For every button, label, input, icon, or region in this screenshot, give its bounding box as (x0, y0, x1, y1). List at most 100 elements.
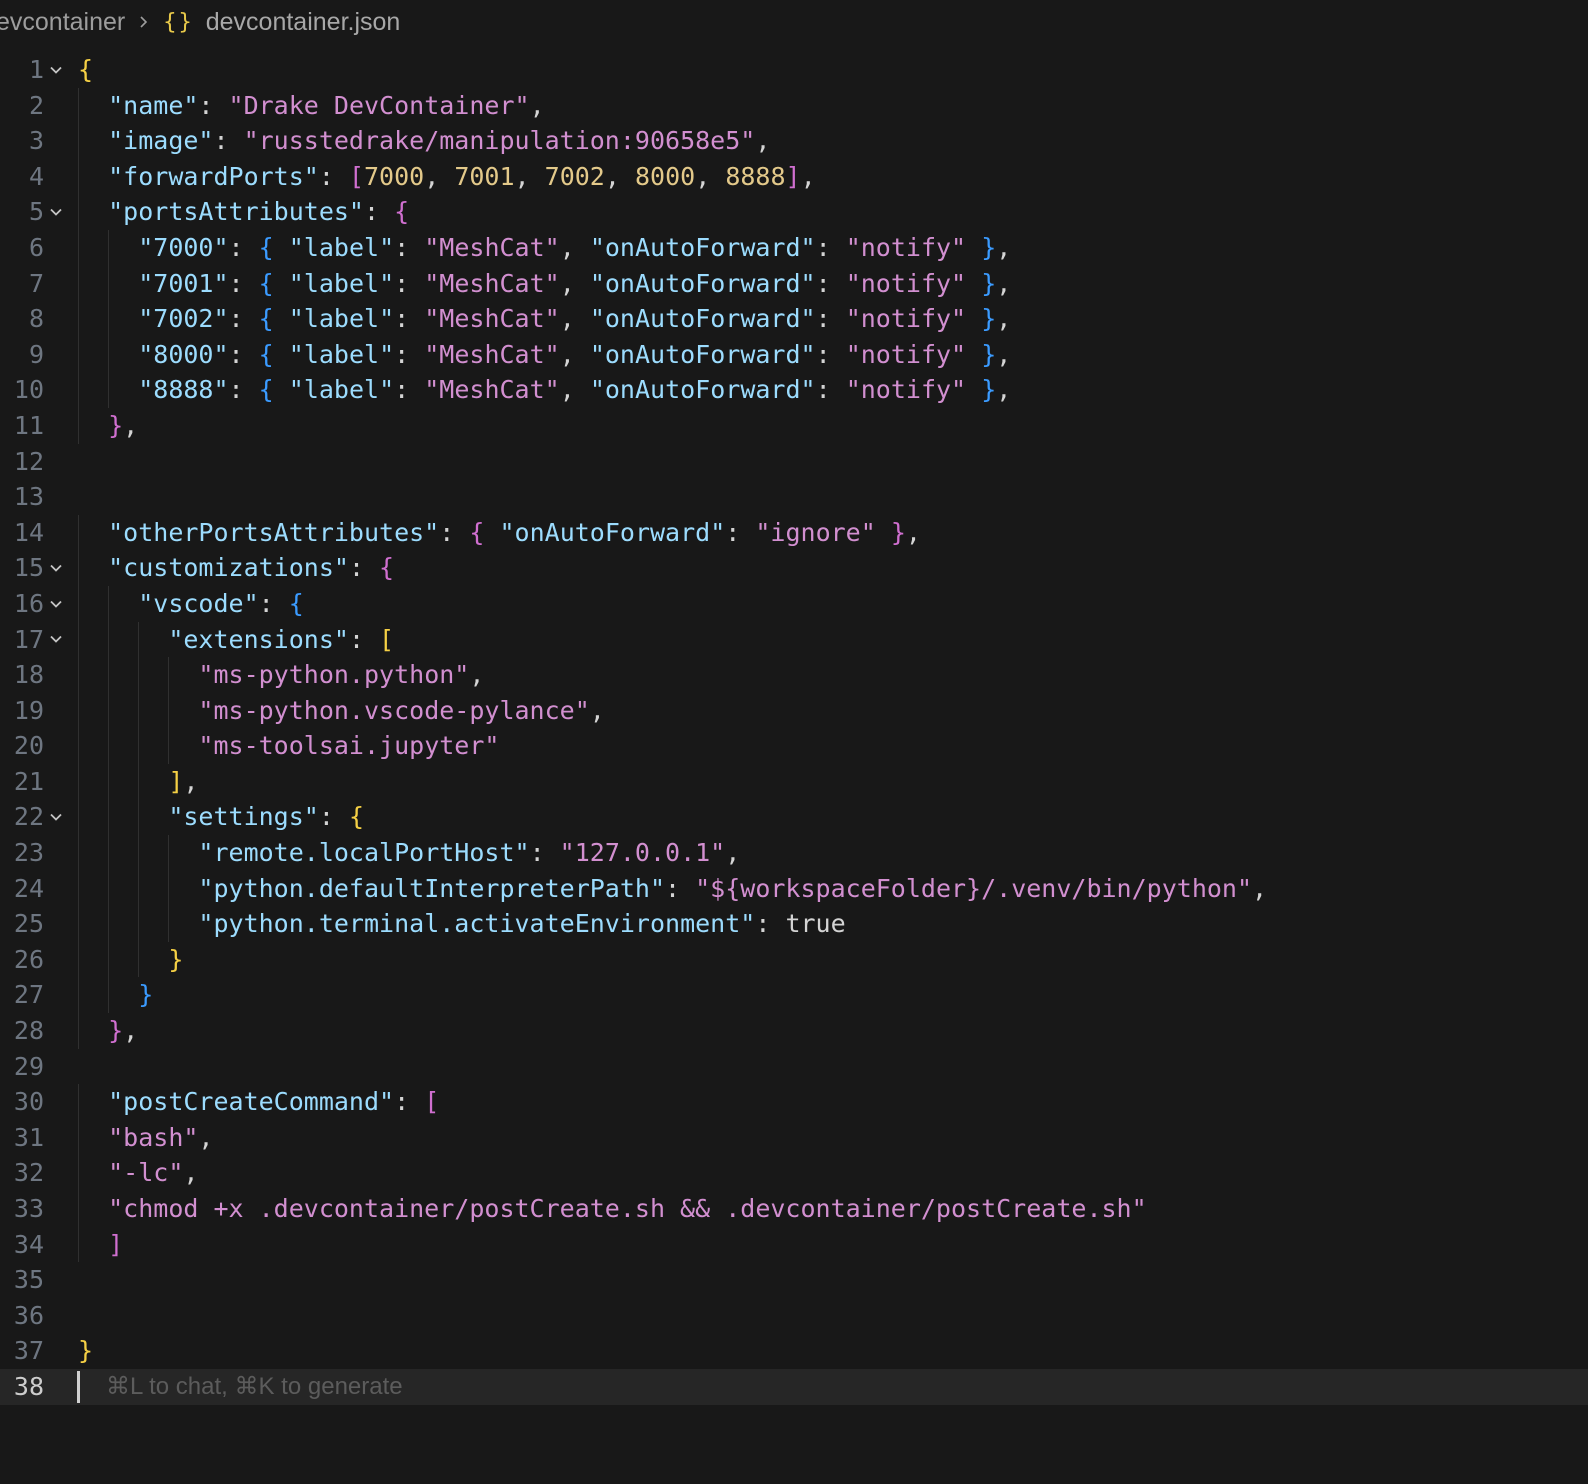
code-line[interactable]: 15 "customizations": { (0, 550, 1588, 586)
code-line[interactable]: 33 "chmod +x .devcontainer/postCreate.sh… (0, 1191, 1588, 1227)
token: : (665, 873, 696, 903)
code-text: "vscode": { (78, 586, 304, 622)
code-line[interactable]: 11 }, (0, 407, 1588, 444)
code-line[interactable]: 12 (0, 444, 1588, 480)
code-text: "ms-toolsai.jupyter" (78, 728, 499, 764)
token: "chmod +x .devcontainer/postCreate.sh &&… (108, 1194, 1147, 1223)
code-line[interactable]: 14 "otherPortsAttributes": { "onAutoForw… (0, 514, 1588, 551)
code-line[interactable]: 23 "remote.localPortHost": "127.0.0.1", (0, 835, 1588, 871)
token: "image" (108, 126, 214, 156)
fold-chevron-down-icon[interactable] (44, 622, 68, 658)
token: : (815, 375, 846, 405)
code-line[interactable]: 29 (0, 1049, 1588, 1085)
code-text: ], (78, 764, 198, 800)
fold-chevron-down-icon[interactable] (44, 52, 68, 88)
code-editor[interactable]: 1{2 "name": "Drake DevContainer", 3 "imag… (0, 52, 1588, 1405)
code-line[interactable]: 25 "python.terminal.activateEnvironment"… (0, 906, 1588, 942)
token: : (529, 838, 560, 868)
code-line[interactable]: 9 "8000": { "label": "MeshCat", "onAutoF… (0, 336, 1588, 373)
line-number: 20 (13, 731, 44, 761)
code-line[interactable]: 6 "7000": { "label": "MeshCat", "onAutoF… (0, 229, 1588, 266)
token: : (394, 1087, 425, 1117)
code-line[interactable]: 37} (0, 1333, 1588, 1369)
fold-chevron-down-icon[interactable] (44, 550, 68, 586)
line-number: 23 (13, 838, 44, 868)
code-line[interactable]: 3 "image": "russtedrake/manipulation:906… (0, 123, 1588, 159)
code-text: "image": "russtedrake/manipulation:90658… (78, 123, 770, 159)
token: 7000 (364, 161, 425, 191)
code-line[interactable]: 28 }, (0, 1013, 1588, 1049)
token: , (996, 375, 1012, 405)
line-number: 27 (13, 980, 44, 1010)
token: : (348, 553, 380, 583)
token: true (785, 909, 846, 939)
token: "name" (108, 90, 199, 120)
code-line[interactable]: 16 "vscode": { (0, 585, 1588, 622)
line-number: 26 (13, 944, 44, 974)
fold-chevron-down-icon[interactable] (44, 586, 68, 622)
token: "8888" (138, 375, 229, 405)
token: : (815, 268, 846, 298)
token: { (258, 375, 274, 405)
token: "label" (288, 232, 395, 262)
code-line[interactable]: 26 } (0, 941, 1588, 978)
code-text: "-lc", (78, 1155, 198, 1191)
line-number: 9 (28, 339, 44, 369)
code-line[interactable]: 17 "extensions": [ (0, 621, 1588, 658)
token: "7002" (138, 304, 229, 334)
code-line[interactable]: 13 (0, 479, 1588, 515)
token: , (996, 339, 1012, 369)
token: } (981, 268, 997, 298)
code-line[interactable]: 22 "settings": { (0, 799, 1588, 836)
code-line[interactable]: 35 (0, 1262, 1588, 1298)
ai-hint-placeholder: ⌘L to chat, ⌘K to generate (106, 1372, 403, 1400)
code-line[interactable]: 5 "portsAttributes": { (0, 194, 1588, 230)
breadcrumb-file[interactable]: devcontainer.json (206, 8, 401, 37)
fold-chevron-down-icon[interactable] (44, 799, 68, 835)
code-line[interactable]: 19 "ms-python.vscode-pylance", (0, 692, 1588, 729)
code-line[interactable]: 31 "bash", (0, 1119, 1588, 1156)
token: "ms-python.python" (198, 660, 470, 690)
code-line[interactable]: 18 "ms-python.python", (0, 657, 1588, 693)
code-line[interactable]: 32 "-lc", (0, 1155, 1588, 1191)
token: "label" (288, 339, 395, 369)
code-line[interactable]: 21 ], (0, 763, 1588, 800)
line-number: 1 (28, 55, 44, 84)
token: ] (168, 766, 184, 796)
token: , (529, 90, 545, 120)
code-line[interactable]: 2 "name": "Drake DevContainer", (0, 87, 1588, 124)
code-line[interactable]: 20 "ms-toolsai.jupyter" (0, 728, 1588, 764)
token: } (890, 517, 906, 547)
code-text: }, (78, 1013, 138, 1049)
breadcrumb-folder[interactable]: evcontainer (0, 8, 125, 37)
code-text: "otherPortsAttributes": { "onAutoForward… (78, 515, 921, 551)
token: , (589, 695, 605, 725)
code-line[interactable]: 4 "forwardPorts": [7000, 7001, 7002, 800… (0, 158, 1588, 195)
code-line[interactable]: 36 (0, 1298, 1588, 1334)
code-line[interactable]: 38 ⌘L to chat, ⌘K to generate (0, 1368, 1588, 1405)
code-line[interactable]: 24 "python.defaultInterpreterPath": "${w… (0, 870, 1588, 907)
code-line[interactable]: 10 "8888": { "label": "MeshCat", "onAuto… (0, 372, 1588, 408)
fold-chevron-down-icon[interactable] (44, 194, 68, 230)
code-text: "remote.localPortHost": "127.0.0.1", (78, 835, 740, 871)
code-line[interactable]: 7 "7001": { "label": "MeshCat", "onAutoF… (0, 265, 1588, 302)
code-line[interactable]: 30 "postCreateCommand": [ (0, 1084, 1588, 1120)
token: { (379, 553, 395, 583)
code-line[interactable]: 8 "7002": { "label": "MeshCat", "onAutoF… (0, 301, 1588, 337)
token: , (183, 766, 199, 796)
code-line[interactable]: 1{ (0, 52, 1588, 88)
code-line[interactable]: 27 } (0, 977, 1588, 1014)
token: "customizations" (108, 553, 349, 583)
code-line[interactable]: 34 ] (0, 1226, 1588, 1263)
